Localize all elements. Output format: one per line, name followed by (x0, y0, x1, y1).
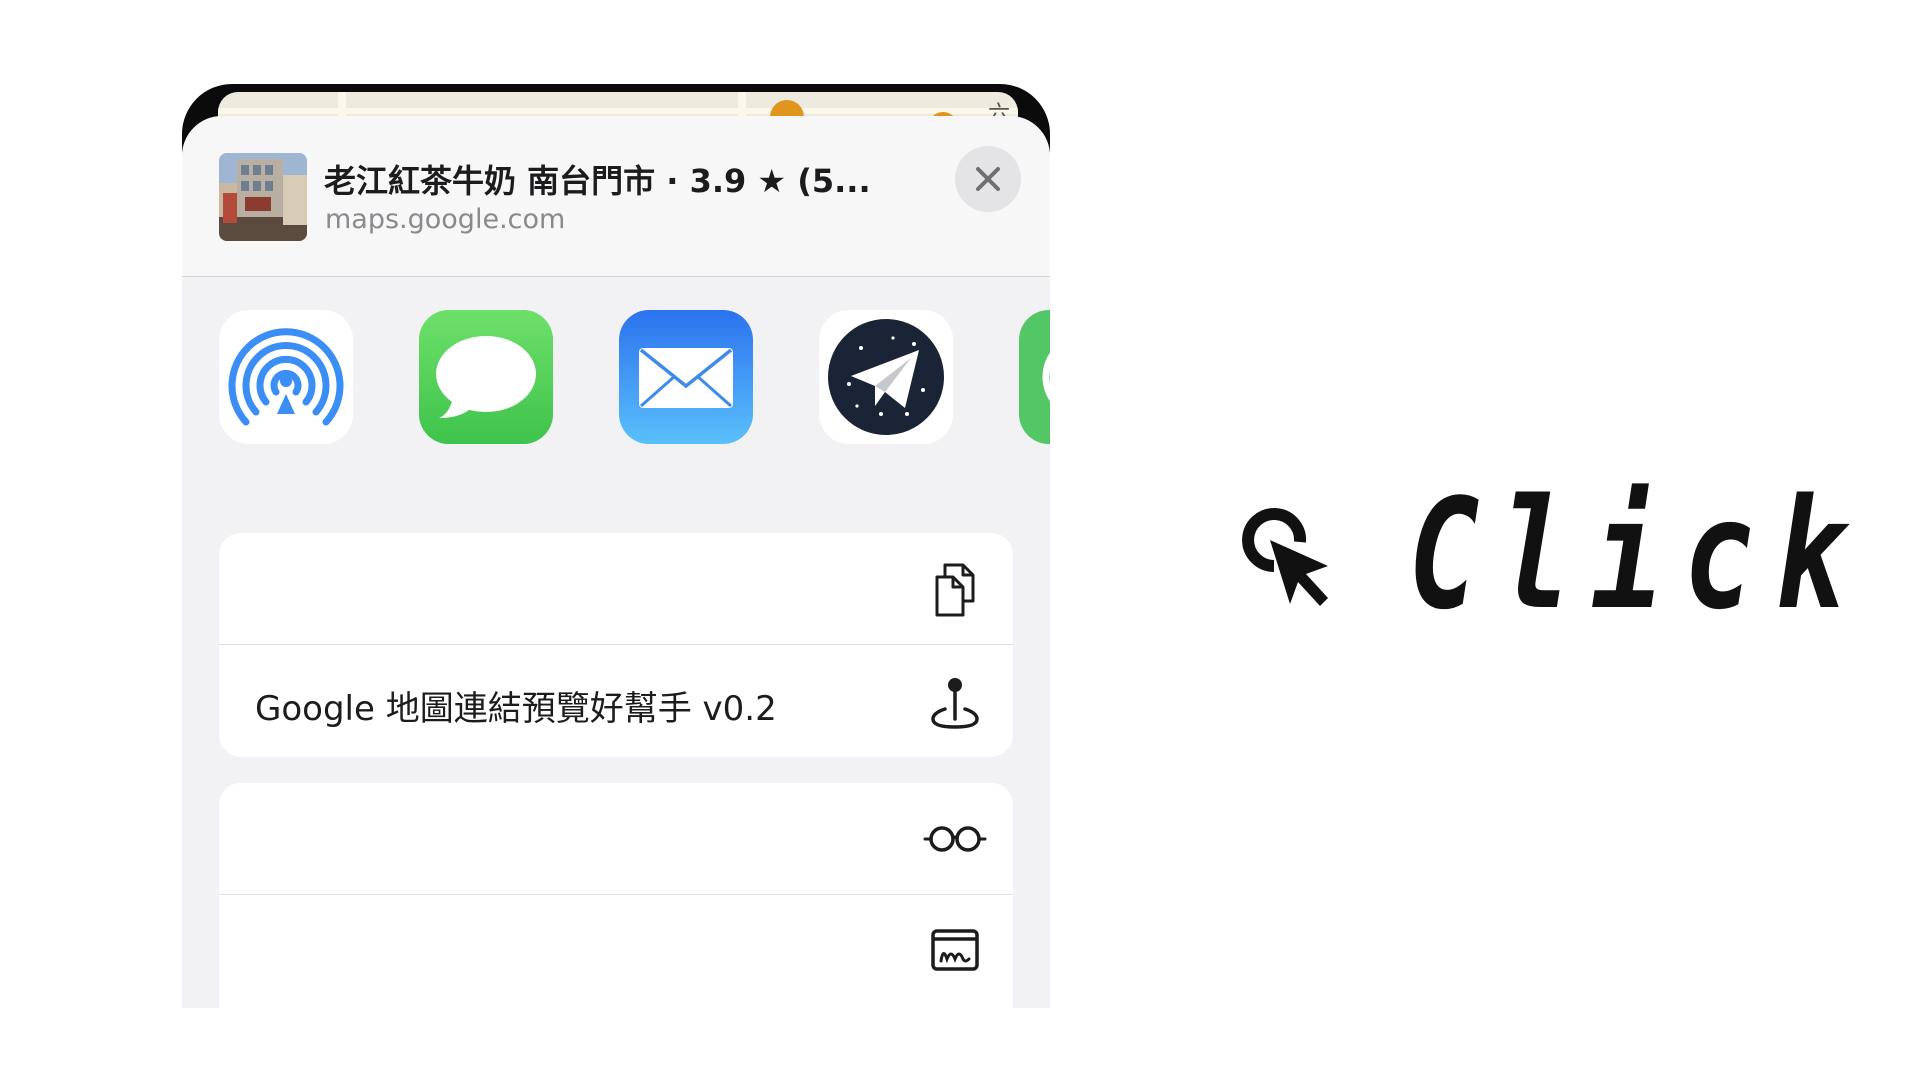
map-pin-icon (931, 678, 979, 729)
share-sheet: 老江紅茶牛奶 南台門市 · 3.9 ★ (5... maps.google.co… (182, 116, 1050, 1008)
share-apps-row (182, 310, 1050, 500)
actions-group-2 (219, 783, 1013, 1008)
whatsapp-icon (1042, 352, 1050, 402)
actions-group-1: Google 地圖連結預覽好幫手 v0.2 (219, 533, 1013, 757)
action-markup[interactable] (219, 895, 1013, 1006)
markup-icon (931, 929, 979, 971)
reading-glasses-icon (923, 826, 987, 852)
messages-icon (419, 310, 553, 444)
app-telegram-x[interactable] (819, 310, 953, 444)
share-sheet-header: 老江紅茶牛奶 南台門市 · 3.9 ★ (5... maps.google.co… (182, 116, 1050, 277)
app-partial[interactable] (1019, 310, 1050, 444)
click-cursor-icon (1242, 508, 1328, 606)
click-graphic: Click (1228, 466, 1846, 643)
app-mail[interactable] (619, 310, 753, 444)
action-google-maps-helper[interactable]: Google 地圖連結預覽好幫手 v0.2 (219, 645, 1013, 756)
app-messages[interactable] (419, 310, 553, 444)
action-google-maps-helper-label: Google 地圖連結預覽好幫手 v0.2 (255, 689, 777, 729)
action-reading-list[interactable] (219, 783, 1013, 894)
app-airdrop[interactable] (219, 310, 353, 444)
mail-icon (619, 310, 753, 444)
share-sheet-screen: 六合 老江紅茶 (182, 84, 1050, 1008)
airdrop-icon (228, 328, 344, 426)
close-icon (976, 167, 1000, 191)
copy-icon (935, 563, 975, 617)
share-subtitle-url: maps.google.com (325, 204, 566, 235)
click-text: Click (1408, 466, 1867, 643)
close-button[interactable] (955, 146, 1021, 212)
telegram-icon (828, 319, 944, 435)
place-thumbnail (219, 153, 307, 241)
action-copy[interactable] (219, 533, 1013, 644)
share-title: 老江紅茶牛奶 南台門市 · 3.9 ★ (5... (324, 162, 871, 200)
